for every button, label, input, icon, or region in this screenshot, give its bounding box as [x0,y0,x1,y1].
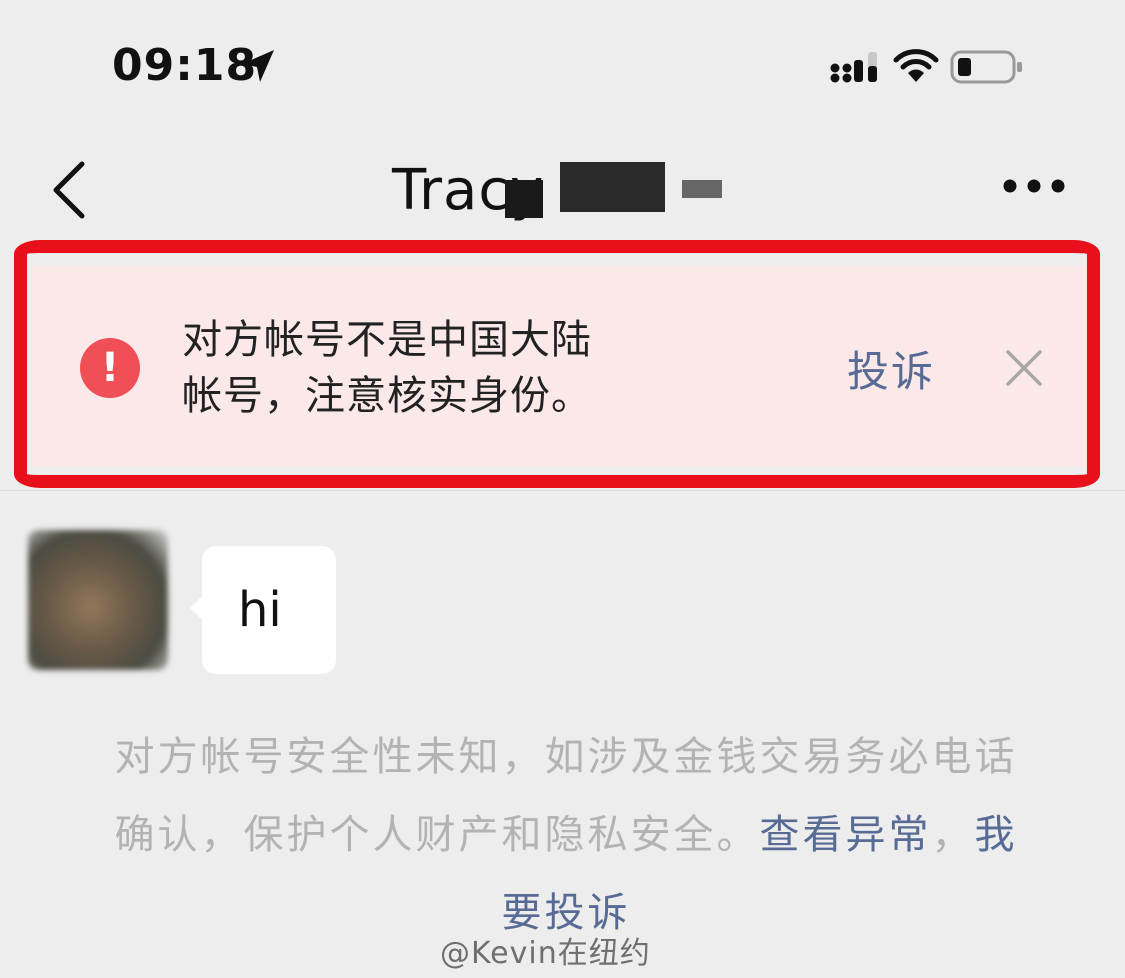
account-warning-banner: ! 对方帐号不是中国大陆 帐号，注意核实身份。 投诉 [32,266,1088,466]
bubble-tail [190,594,204,622]
security-notice: 对方帐号安全性未知，如涉及金钱交易务必电话确认，保护个人财产和隐私安全。查看异常… [96,718,1036,952]
message-bubble[interactable]: hi [190,546,336,674]
header-divider [0,490,1125,491]
close-icon[interactable] [1004,348,1044,388]
exclamation-alert-icon: ! [80,338,140,398]
view-anomaly-link[interactable]: 查看异常 [760,812,932,858]
status-time: 09:18 [112,40,258,91]
wifi-icon [893,49,939,82]
battery-icon [950,50,1022,84]
notice-separator: ， [931,812,975,858]
warning-line: 对方帐号不是中国大陆 [182,317,592,363]
message-text: hi [238,582,282,638]
chevron-left-icon[interactable] [48,160,88,220]
chat-header: Tracy [0,140,1125,240]
watermark: @Kevin在纽约 [440,936,651,971]
redacted-name-block [505,180,543,218]
avatar[interactable] [28,530,168,670]
location-arrow-icon [242,50,274,82]
redacted-name-block [560,162,665,212]
cellular-signal-icon [830,52,877,83]
warning-text: 对方帐号不是中国大陆 帐号，注意核实身份。 [182,312,722,424]
more-dots-icon[interactable] [1002,178,1066,194]
redacted-name-block [682,180,722,198]
status-bar: 09:18 [0,0,1125,130]
complain-button[interactable]: 投诉 [847,338,935,399]
warning-line: 帐号，注意核实身份。 [182,373,592,419]
